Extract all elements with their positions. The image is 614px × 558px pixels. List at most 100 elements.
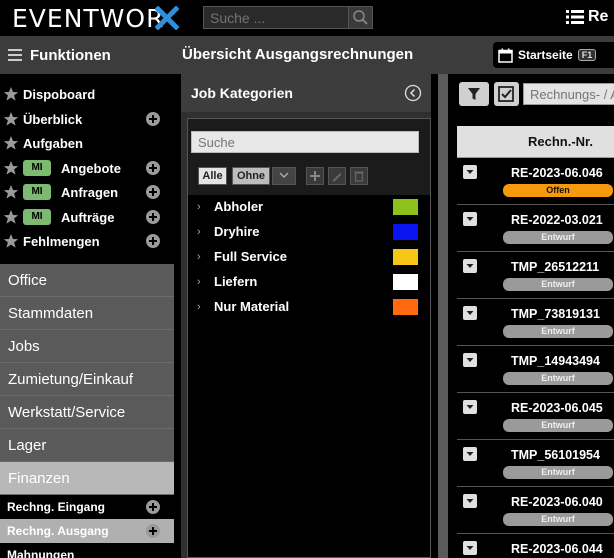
status-badge: Entwurf [503,372,613,385]
row-menu-icon[interactable] [463,353,477,367]
top-bar: EVENTWOR Re [0,0,614,36]
table-row[interactable]: TMP_56101954 Entwurf [457,440,614,487]
category-item[interactable]: › Abholer [188,195,430,220]
table-row[interactable]: RE-2023-06.040 Entwurf [457,487,614,534]
add-icon[interactable] [146,209,160,224]
chevron-right-icon[interactable]: › [197,226,201,238]
add-icon[interactable] [146,160,160,175]
table-row[interactable]: TMP_73819131 Entwurf [457,299,614,346]
category-search-input[interactable] [191,131,419,153]
favorite-item[interactable]: MI Angebote [0,156,174,181]
filter-dropdown-button[interactable] [272,167,296,185]
invoice-number: RE-2023-06.046 [511,166,603,180]
nav-item-office[interactable]: Office [0,264,174,297]
favorite-item[interactable]: MI Aufträge [0,205,174,230]
category-name: Dryhire [214,224,260,239]
star-icon[interactable] [3,135,19,151]
chevron-right-icon[interactable]: › [197,301,201,313]
row-menu-icon[interactable] [463,541,477,555]
sidebar-sub-rechng-eingang[interactable]: Rechng. Eingang [0,495,174,519]
favorite-item[interactable]: Aufgaben [0,131,174,156]
category-item[interactable]: › Liefern [188,270,430,295]
job-categories-body: Alle Ohne ›Abholer›Dryhire›Full Service›… [187,118,431,558]
table-row[interactable]: TMP_26512211 Entwurf [457,252,614,299]
category-name: Abholer [214,199,264,214]
row-menu-icon[interactable] [463,447,477,461]
nav-item-werkstatt-service[interactable]: Werkstatt/Service [0,396,174,429]
favorite-item[interactable]: Fehlmengen [0,229,174,254]
global-search-input[interactable] [204,7,350,28]
main-nav: Office Stammdaten Jobs Zumietung/Einkauf Wer… [0,264,174,495]
star-icon[interactable] [3,184,19,200]
favorite-item[interactable]: Überblick [0,107,174,132]
filter-none-button[interactable]: Ohne [232,167,270,185]
star-icon[interactable] [3,111,19,127]
chevron-right-icon[interactable]: › [197,251,201,263]
edit-category-button[interactable] [328,167,346,185]
table-row[interactable]: RE-2023-06.045 Entwurf [457,393,614,440]
nav-item-stammdaten[interactable]: Stammdaten [0,297,174,330]
nav-item-jobs[interactable]: Jobs [0,330,174,363]
column-header-rechn-nr[interactable]: Rechn.-Nr. [457,126,614,158]
startseite-button[interactable]: Startseite F1 [493,42,614,68]
star-icon[interactable] [3,86,19,102]
nav-item-lager[interactable]: Lager [0,429,174,462]
table-row[interactable]: TMP_14943494 Entwurf [457,346,614,393]
favorite-item[interactable]: Dispoboard [0,82,174,107]
sidebar-header[interactable]: Funktionen [0,36,174,74]
star-icon[interactable] [3,209,19,225]
add-icon[interactable] [146,234,160,248]
favorite-item[interactable]: MI Anfragen [0,180,174,205]
add-category-button[interactable] [306,167,324,185]
sidebar-sub-mahnungen[interactable]: Mahnungen [0,543,174,558]
main-header: Übersicht Ausgangsrechnungen Startseite … [174,36,614,74]
filter-button[interactable] [459,82,489,106]
add-icon[interactable] [146,524,160,538]
category-color-swatch [393,199,418,215]
startseite-label: Startseite [518,48,573,62]
row-menu-icon[interactable] [463,306,477,320]
filter-all-button[interactable]: Alle [198,167,227,185]
category-item[interactable]: › Nur Material [188,295,430,320]
panel-splitter[interactable] [438,74,448,558]
category-item[interactable]: › Dryhire [188,220,430,245]
favorite-label: Fehlmengen [23,234,100,249]
app-logo: EVENTWOR [12,4,165,33]
category-item[interactable]: › Full Service [188,245,430,270]
invoice-number: RE-2023-06.044 [511,542,603,556]
table-row[interactable]: RE-2023-06.046 Offen [457,158,614,205]
status-badge: Entwurf [503,325,613,338]
select-button[interactable] [494,82,519,106]
status-badge: Entwurf [503,466,613,479]
chevron-right-icon[interactable]: › [197,201,201,213]
category-color-swatch [393,299,418,315]
checkbox-icon [498,86,514,102]
chevron-right-icon[interactable]: › [197,276,201,288]
nav-item-zumietung-einkauf[interactable]: Zumietung/Einkauf [0,363,174,396]
star-icon[interactable] [3,160,19,176]
add-icon[interactable] [146,185,160,199]
star-icon[interactable] [3,233,19,249]
table-row[interactable]: RE-2022-03.021 Entwurf [457,205,614,252]
category-list: › Abholer › Dryhire › Full Service › Liefern › Nu… [188,195,430,320]
row-menu-icon[interactable] [463,259,477,273]
status-badge: Entwurf [503,419,613,432]
add-icon[interactable] [146,111,160,126]
add-icon[interactable] [146,500,160,514]
row-menu-icon[interactable] [463,212,477,226]
row-menu-icon[interactable] [463,165,477,179]
nav-item-finanzen[interactable]: Finanzen [0,462,174,495]
delete-category-button[interactable] [350,167,368,185]
row-menu-icon[interactable] [463,494,477,508]
invoice-search-input[interactable] [523,83,614,105]
search-icon [353,10,368,25]
sidebar-sub-rechng-ausgang[interactable]: Rechng. Ausgang [0,519,174,543]
table-row[interactable]: RE-2023-06.044 [457,534,614,558]
sidebar: Funktionen Dispoboard Überblick Aufgaben MI… [0,36,174,558]
job-categories-panel: Job Kategorien Alle Ohne › Abholer › Dryhir… [181,74,431,558]
favorites-list: Dispoboard Überblick Aufgaben MI Angebote MI A… [0,82,174,254]
collapse-left-icon[interactable] [404,84,422,102]
top-right-menu[interactable]: Re [566,8,608,26]
row-menu-icon[interactable] [463,400,477,414]
global-search-button[interactable] [348,7,372,28]
